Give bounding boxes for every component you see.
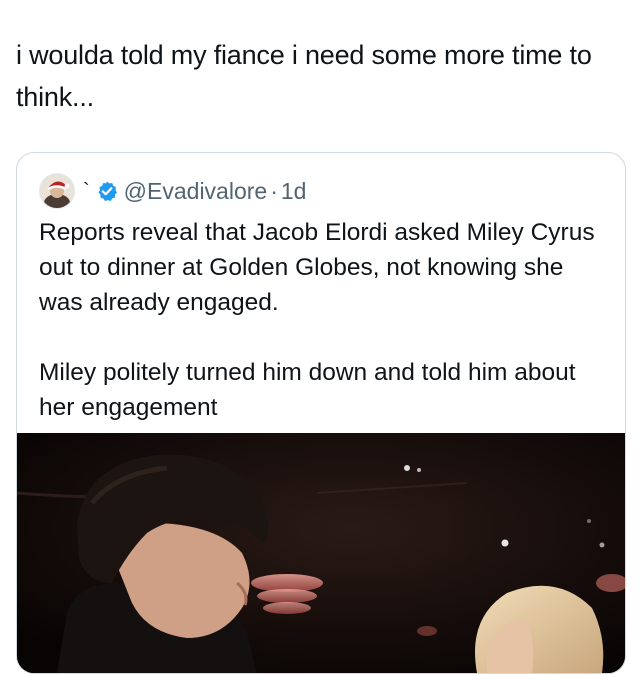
quoted-post-header: ` @Evadivalore · 1d (39, 173, 306, 209)
quoted-post-text: Reports reveal that Jacob Elordi asked M… (39, 215, 599, 425)
post-photo[interactable] (17, 433, 625, 673)
quoted-paragraph-2: Miley politely turned him down and told … (39, 359, 576, 421)
quoted-post-card[interactable]: ` @Evadivalore · 1d Reports reveal that … (16, 152, 626, 674)
user-handle[interactable]: @Evadivalore (124, 178, 268, 205)
user-avatar-icon[interactable] (39, 173, 75, 209)
quoted-paragraph-1: Reports reveal that Jacob Elordi asked M… (39, 219, 595, 316)
separator-dot: · (270, 177, 278, 204)
post-text: i woulda told my fiance i need some more… (16, 40, 592, 112)
post-timestamp[interactable]: 1d (281, 178, 307, 205)
display-name[interactable]: ` (83, 181, 90, 201)
verified-badge-icon (96, 180, 118, 202)
